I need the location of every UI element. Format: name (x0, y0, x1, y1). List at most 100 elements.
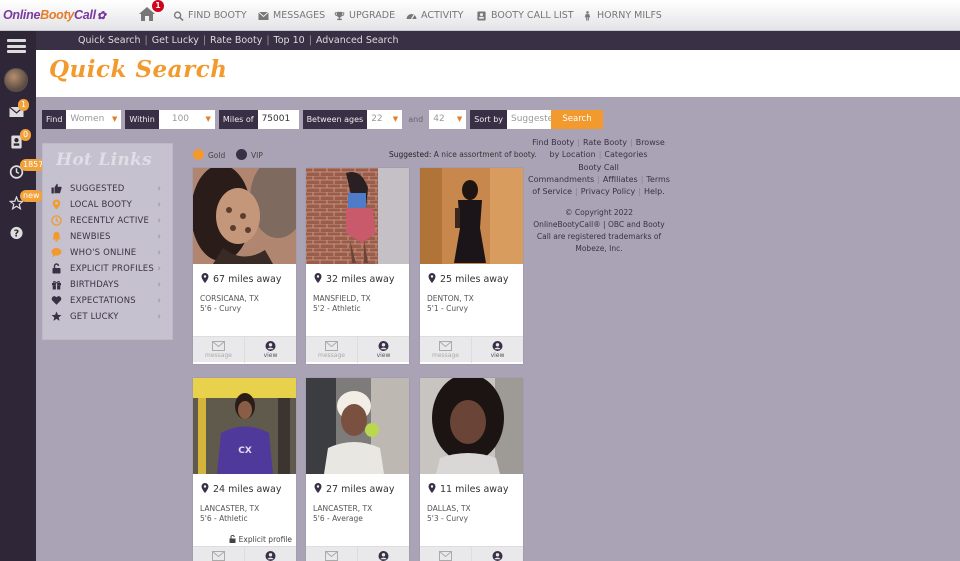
suggested-label: Suggested: (389, 150, 432, 159)
envelope-icon (325, 341, 338, 351)
gold-dot-icon (193, 149, 204, 160)
profile-photo[interactable] (306, 168, 409, 264)
hamburger-menu-icon[interactable] (7, 39, 26, 53)
nav-activity[interactable]: ACTIVITY (406, 0, 463, 31)
chevron-right-icon: › (157, 248, 161, 258)
caret-down-icon: ▼ (392, 115, 399, 123)
hot-link-get-lucky[interactable]: GET LUCKY › (51, 310, 169, 324)
message-button[interactable]: message (306, 337, 357, 363)
profile-photo[interactable] (193, 168, 296, 264)
hot-link-newbies[interactable]: NEWBIES › (51, 230, 169, 244)
legend-vip: VIP (236, 149, 263, 161)
explicit-label: Explicit profile (238, 535, 292, 544)
location-text: DALLAS, TX (427, 504, 471, 513)
find-value: Women (70, 114, 105, 124)
search-filters: Find Women ▼ Within 100 ▼ Miles of 75001 B… (42, 110, 574, 129)
zip-input[interactable]: 75001 (257, 110, 299, 129)
view-button[interactable]: view (471, 337, 522, 363)
nav-find-booty[interactable]: FIND BOOTY (173, 0, 247, 31)
profile-card[interactable]: 27 miles away LANCASTER, TX 5'6 - Averag… (306, 378, 409, 561)
footer-link-affiliates[interactable]: Affiliates (603, 175, 638, 184)
subnav-advanced-search[interactable]: Advanced Search (316, 35, 399, 46)
message-button[interactable]: message (193, 337, 244, 363)
profile-photo[interactable] (420, 168, 523, 264)
help-icon[interactable]: ? (9, 226, 24, 240)
nav-messages[interactable]: MESSAGES (258, 0, 325, 31)
title-bar: Quick Search (36, 50, 960, 97)
envelope-icon (325, 551, 338, 561)
profile-card[interactable]: 25 miles away DENTON, TX 5'1 - Curvy mes… (420, 168, 523, 364)
within-select[interactable]: 100 ▼ (158, 110, 215, 129)
search-button[interactable]: Search (551, 110, 603, 129)
hot-link-expectations[interactable]: EXPECTATIONS › (51, 294, 169, 308)
chevron-right-icon: › (157, 280, 161, 290)
profile-card[interactable]: 32 miles away MANSFIELD, TX 5'2 - Athlet… (306, 168, 409, 364)
card-actions: message view (420, 336, 523, 363)
profile-card[interactable]: 67 miles away CORSICANA, TX 5'6 - Curvy … (193, 168, 296, 364)
paw-icon: ✿ (96, 10, 106, 22)
thumbs-up-icon (51, 183, 62, 194)
distance-text: 32 miles away (314, 273, 395, 285)
chevron-right-icon: › (157, 232, 161, 242)
caret-down-icon: ▼ (112, 115, 118, 123)
nav-upgrade[interactable]: UPGRADE (334, 0, 395, 31)
envelope-icon (258, 11, 269, 20)
subnav-quick-search[interactable]: Quick Search (78, 35, 141, 46)
profile-photo[interactable]: CX (193, 378, 296, 474)
footer-link-categories[interactable]: Categories (604, 150, 647, 159)
footer-link-rate-booty[interactable]: Rate Booty (583, 138, 627, 147)
subnav-top-10[interactable]: Top 10 (274, 35, 305, 46)
message-button[interactable]: message (420, 337, 471, 363)
subnav-get-lucky[interactable]: Get Lucky (152, 35, 199, 46)
site-logo[interactable]: OnlineBootyCall✿ (3, 8, 106, 22)
user-circle-icon (492, 341, 503, 351)
nav-booty-call-list[interactable]: BOOTY CALL LIST (476, 0, 574, 31)
message-button[interactable]: message (420, 547, 471, 561)
hot-link-local-booty[interactable]: LOCAL BOOTY › (51, 198, 169, 212)
nav-horny-milfs[interactable]: HORNY MILFS (582, 0, 662, 31)
chat-bubble-icon (51, 248, 62, 258)
view-button[interactable]: view (244, 547, 295, 561)
view-button[interactable]: view (357, 337, 408, 363)
find-select[interactable]: Women ▼ (66, 110, 122, 129)
card-actions: message view (306, 546, 409, 561)
footer-link-help[interactable]: Help. (644, 187, 665, 196)
view-button[interactable]: view (244, 337, 295, 363)
user-avatar[interactable] (4, 68, 28, 92)
profile-photo[interactable] (420, 378, 523, 474)
logo-text-call: Call (74, 8, 96, 22)
message-button[interactable]: message (306, 547, 357, 561)
message-label: message (432, 352, 459, 359)
hot-link-recently-active[interactable]: RECENTLY ACTIVE › (51, 214, 169, 228)
map-marker-icon (314, 483, 322, 493)
heart-icon (51, 296, 62, 305)
chevron-right-icon: › (157, 200, 161, 210)
hot-link-whos-online[interactable]: WHO'S ONLINE › (51, 246, 169, 260)
map-marker-icon (201, 273, 209, 283)
distance-text: 11 miles away (428, 483, 509, 495)
hot-link-label: EXPECTATIONS (70, 296, 136, 306)
profile-card[interactable]: CX 24 miles away LANCASTER, TX 5'6 - Ath… (193, 378, 296, 561)
age-max-select[interactable]: 42 ▼ (429, 110, 467, 129)
hot-link-explicit-profiles[interactable]: EXPLICIT PROFILES › (51, 262, 169, 276)
message-button[interactable]: message (193, 547, 244, 561)
hot-link-birthdays[interactable]: BIRTHDAYS › (51, 278, 169, 292)
view-button[interactable]: view (471, 547, 522, 561)
distance-text: 25 miles away (428, 273, 509, 285)
footer-link-find-booty[interactable]: Find Booty (532, 138, 574, 147)
distance-value: 11 miles away (440, 484, 509, 495)
hot-link-suggested[interactable]: SUGGESTED › (51, 182, 169, 196)
profile-card[interactable]: 11 miles away DALLAS, TX 5'3 - Curvy mes… (420, 378, 523, 561)
legend-gold: Gold (193, 149, 225, 161)
view-label: view (263, 352, 278, 359)
svg-text:?: ? (14, 228, 19, 239)
view-button[interactable]: view (357, 547, 408, 561)
chevron-right-icon: › (157, 296, 161, 306)
distance-text: 67 miles away (201, 273, 282, 285)
subnav-rate-booty[interactable]: Rate Booty (210, 35, 262, 46)
profile-photo[interactable] (306, 378, 409, 474)
location-text: MANSFIELD, TX (313, 294, 371, 303)
footer-link-privacy[interactable]: Privacy Policy (581, 187, 636, 196)
age-min-select[interactable]: 22 ▼ (367, 110, 403, 129)
suggested-note: Suggested: A nice assortment of booty. (389, 149, 537, 161)
